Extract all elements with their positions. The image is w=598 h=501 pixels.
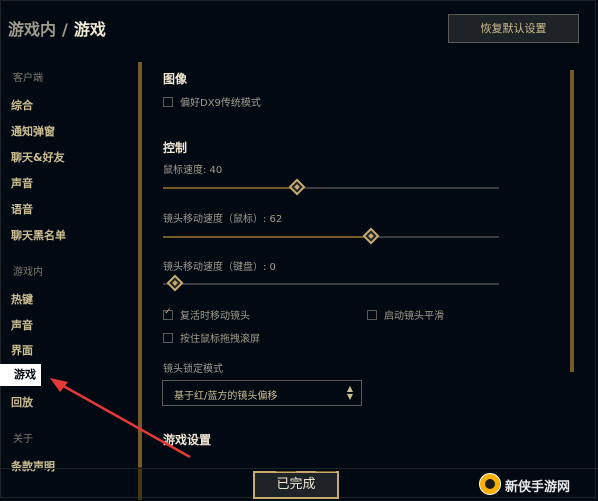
- red-arrow-annotation: [50, 378, 191, 459]
- arrow-line: [57, 381, 191, 459]
- arrow-head-icon: [50, 378, 68, 392]
